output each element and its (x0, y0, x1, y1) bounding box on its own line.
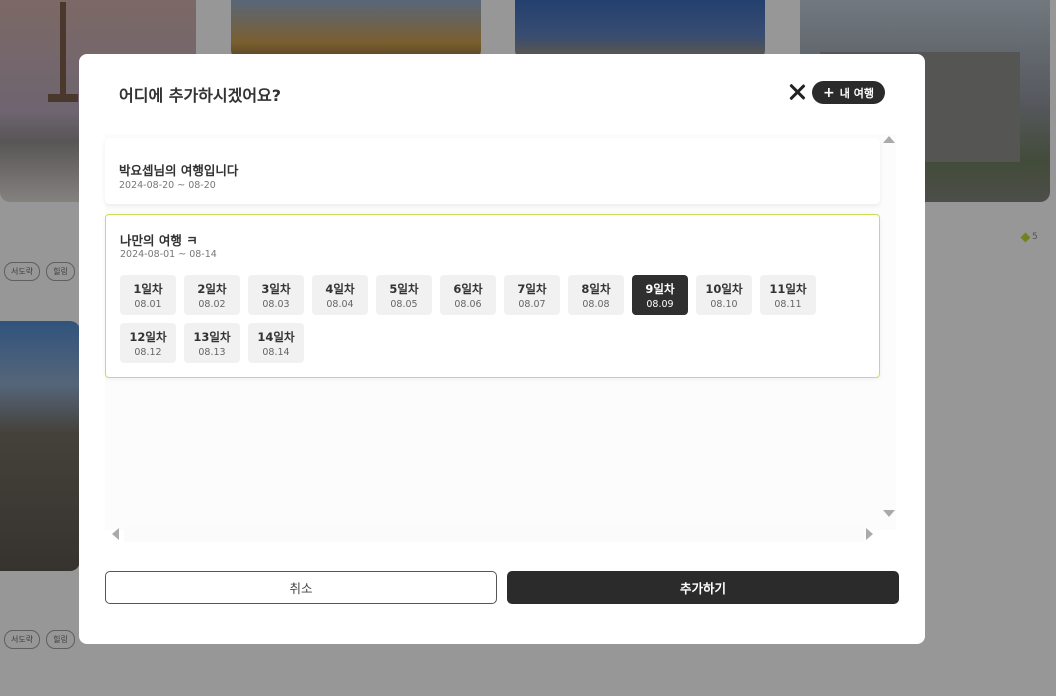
day-date: 08.11 (774, 298, 802, 310)
trip-dates: 2024-08-20 ~ 08-20 (119, 180, 216, 191)
day-chip[interactable]: 9일차 08.09 (632, 275, 688, 315)
horizontal-scrollbar[interactable] (124, 526, 864, 542)
day-date: 08.01 (134, 298, 162, 310)
day-selector: 1일차 08.01 2일차 08.02 3일차 08.03 4일차 08.04 5일차 08.05… (120, 275, 840, 363)
trip-dates: 2024-08-01 ~ 08-14 (120, 249, 217, 260)
day-date: 08.06 (454, 298, 482, 310)
trip-name: 나만의 여행 ㅋ (120, 233, 198, 248)
day-label: 6일차 (453, 281, 483, 296)
day-chip[interactable]: 12일차 08.12 (120, 323, 176, 363)
day-chip[interactable]: 14일차 08.14 (248, 323, 304, 363)
day-label: 11일차 (769, 281, 807, 296)
day-chip[interactable]: 3일차 08.03 (248, 275, 304, 315)
trip-card[interactable]: 박요셉님의 여행입니다 2024-08-20 ~ 08-20 (105, 138, 880, 204)
add-to-trip-modal: 어디에 추가하시겠어요? + 내 여행 박요셉님의 여행입니다 2024-08-… (79, 54, 925, 644)
add-my-trip-button[interactable]: + 내 여행 (812, 81, 885, 104)
day-chip[interactable]: 7일차 08.07 (504, 275, 560, 315)
day-chip[interactable]: 8일차 08.08 (568, 275, 624, 315)
day-date: 08.02 (198, 298, 226, 310)
cancel-button[interactable]: 취소 (105, 571, 497, 604)
day-label: 13일차 (193, 329, 231, 344)
day-label: 12일차 (129, 329, 167, 344)
day-label: 9일차 (645, 281, 675, 296)
day-label: 14일차 (257, 329, 295, 344)
day-date: 08.03 (262, 298, 290, 310)
day-chip[interactable]: 6일차 08.06 (440, 275, 496, 315)
trip-card-selected[interactable]: 나만의 여행 ㅋ 2024-08-01 ~ 08-14 1일차 08.01 2일차 0… (105, 214, 880, 378)
day-label: 5일차 (389, 281, 419, 296)
day-date: 08.09 (646, 298, 674, 310)
day-date: 08.07 (518, 298, 546, 310)
day-date: 08.04 (326, 298, 354, 310)
day-chip[interactable]: 13일차 08.13 (184, 323, 240, 363)
scroll-left-icon[interactable] (112, 528, 119, 540)
trip-list[interactable]: 박요셉님의 여행입니다 2024-08-20 ~ 08-20 나만의 여행 ㅋ … (105, 134, 896, 530)
day-label: 8일차 (581, 281, 611, 296)
day-chip[interactable]: 2일차 08.02 (184, 275, 240, 315)
add-button[interactable]: 추가하기 (507, 571, 899, 604)
day-label: 7일차 (517, 281, 547, 296)
day-date: 08.05 (390, 298, 418, 310)
scroll-up-icon[interactable] (883, 136, 895, 143)
modal-title: 어디에 추가하시겠어요? (119, 86, 282, 105)
day-date: 08.13 (198, 346, 226, 358)
day-label: 4일차 (325, 281, 355, 296)
day-label: 3일차 (261, 281, 291, 296)
day-date: 08.08 (582, 298, 610, 310)
day-label: 2일차 (197, 281, 227, 296)
plus-icon: + (823, 84, 835, 101)
day-date: 08.10 (710, 298, 738, 310)
add-my-trip-label: 내 여행 (839, 86, 874, 100)
day-date: 08.14 (262, 346, 290, 358)
day-label: 1일차 (133, 281, 163, 296)
trip-name: 박요셉님의 여행입니다 (119, 163, 239, 178)
day-chip[interactable]: 4일차 08.04 (312, 275, 368, 315)
day-chip[interactable]: 1일차 08.01 (120, 275, 176, 315)
day-label: 10일차 (705, 281, 743, 296)
close-icon[interactable] (787, 82, 807, 102)
day-chip[interactable]: 11일차 08.11 (760, 275, 816, 315)
day-chip[interactable]: 10일차 08.10 (696, 275, 752, 315)
day-date: 08.12 (134, 346, 162, 358)
scroll-down-icon[interactable] (883, 510, 895, 517)
scroll-right-icon[interactable] (866, 528, 873, 540)
day-chip[interactable]: 5일차 08.05 (376, 275, 432, 315)
